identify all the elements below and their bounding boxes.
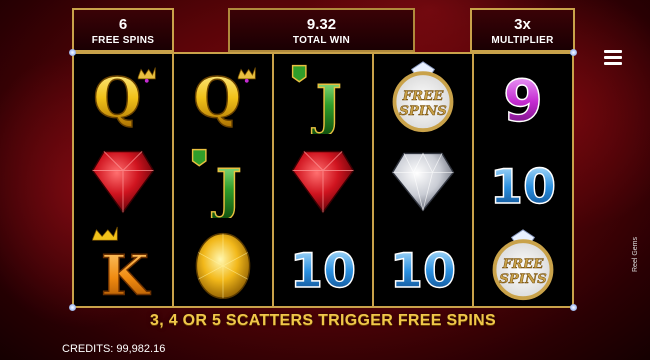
reel-4: FREE SPINS 10: [374, 54, 472, 306]
symbol-ten: 10: [374, 222, 472, 306]
game-name-label: Reel Gems: [632, 236, 639, 272]
symbol-jack: J: [174, 138, 272, 222]
symbol-ten: 10: [274, 222, 372, 306]
symbol-queen: Q: [174, 54, 272, 138]
free-spins-label: FREE SPINS: [91, 35, 155, 46]
symbol-yellow-diamond: [174, 222, 272, 306]
svg-text:10: 10: [290, 244, 356, 299]
hamburger-menu-icon[interactable]: [604, 50, 622, 66]
free-spins-value: 6: [118, 16, 128, 33]
multiplier-value: 3x: [514, 16, 531, 33]
free-spins-display: 6 FREE SPINS: [72, 8, 174, 52]
svg-text:10: 10: [490, 160, 556, 215]
symbol-free-spins-scatter: FREE SPINS: [374, 54, 472, 138]
scatter-trigger-message: 3, 4 OR 5 SCATTERS TRIGGER FREE SPINS: [150, 312, 496, 329]
reel-3: J 10: [274, 54, 372, 306]
svg-text:10: 10: [390, 244, 456, 299]
symbol-free-spins-scatter: FREE SPINS: [474, 222, 572, 306]
svg-text:K: K: [101, 242, 151, 302]
symbol-jack: J: [274, 54, 372, 138]
svg-text:Q: Q: [93, 65, 141, 130]
multiplier-display: 3x MULTIPLIER: [470, 8, 575, 52]
svg-text:SPINS: SPINS: [499, 272, 547, 287]
credits-display: CREDITS: 99,982.16: [62, 343, 166, 355]
symbol-nine: 9: [474, 54, 572, 138]
reel-1: Q K: [74, 54, 172, 306]
symbol-king: K: [74, 222, 172, 306]
reel-2: Q J: [174, 54, 272, 306]
svg-text:FREE: FREE: [502, 257, 545, 272]
total-win-value: 9.32: [306, 16, 337, 33]
svg-text:J: J: [311, 73, 342, 135]
svg-text:Q: Q: [193, 65, 241, 130]
total-win-display: 9.32 TOTAL WIN: [228, 8, 415, 52]
symbol-ruby: [274, 138, 372, 222]
symbol-ruby: [74, 138, 172, 222]
svg-text:9: 9: [503, 69, 543, 134]
total-win-label: TOTAL WIN: [292, 35, 351, 46]
symbol-queen: Q: [74, 54, 172, 138]
multiplier-label: MULTIPLIER: [491, 35, 554, 46]
reel-5: 9 10 FREE SPINS: [474, 54, 572, 306]
svg-text:FREE: FREE: [402, 89, 445, 104]
symbol-white-diamond: [374, 138, 472, 222]
reel-grid: Q K Q J J 10 FREE SPINS 10 9 10 FREE SPI…: [69, 49, 577, 311]
svg-text:SPINS: SPINS: [399, 104, 447, 119]
symbol-ten: 10: [474, 138, 572, 222]
svg-text:J: J: [211, 157, 242, 219]
